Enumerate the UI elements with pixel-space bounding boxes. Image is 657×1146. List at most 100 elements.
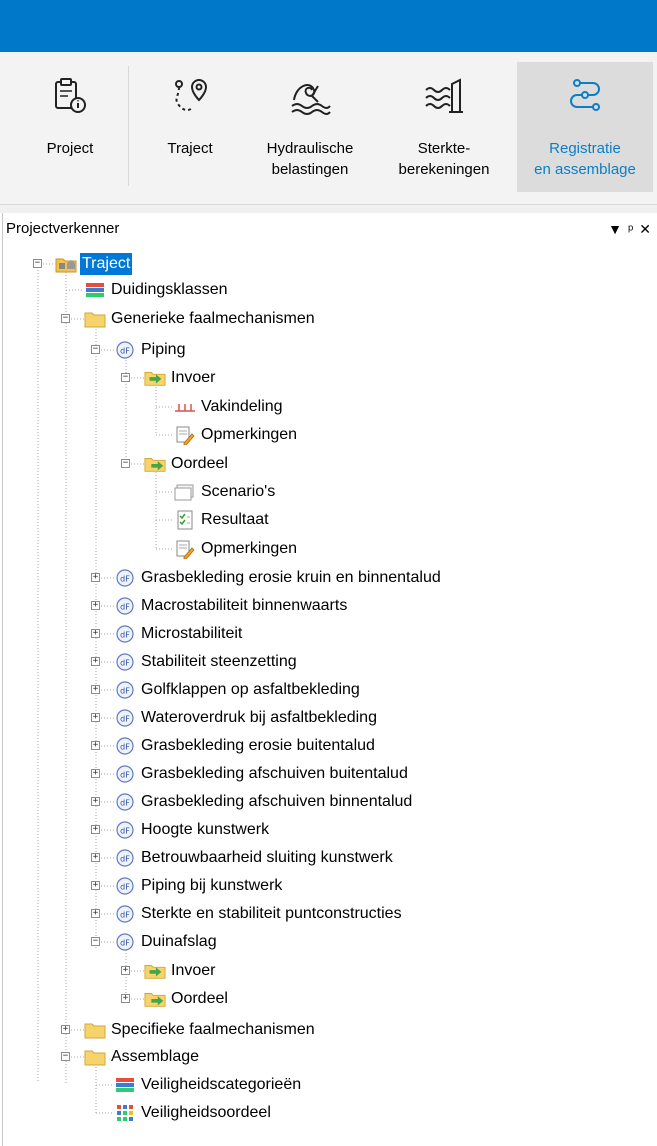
tree-node-duinafslag-invoer[interactable]: Invoer xyxy=(144,958,217,984)
tree-node-veiligheidsoordeel[interactable]: Veiligheidsoordeel xyxy=(114,1100,273,1126)
expand-toggle[interactable]: + xyxy=(121,966,130,975)
tree-node-mechanism[interactable]: dF Hoogte kunstwerk xyxy=(114,817,271,843)
hydraulische-belastingen-button[interactable]: Hydraulische belastingen xyxy=(250,62,370,192)
hydraulic-icon xyxy=(291,84,331,115)
result-checklist-icon xyxy=(174,510,196,530)
failure-mechanism-icon: dF xyxy=(114,624,136,644)
failure-mechanism-icon: dF xyxy=(114,680,136,700)
project-explorer-header: Projectverkenner ▼ᵖ✕ xyxy=(6,216,657,242)
expand-toggle[interactable]: + xyxy=(91,573,100,582)
registratie-label: Registratie en assemblage xyxy=(534,140,636,178)
traject-icon xyxy=(175,78,208,112)
tree-node-traject[interactable]: Traject xyxy=(55,251,133,277)
tree-node-assemblage[interactable]: Assemblage xyxy=(84,1044,201,1070)
tree-node-generieke-faalmechanismen[interactable]: Generieke faalmechanismen xyxy=(84,306,317,332)
panel-dropdown-icon[interactable]: ▼ xyxy=(608,221,628,237)
failure-mechanism-icon: dF xyxy=(114,932,136,952)
tree-node-mechanism[interactable]: dF Wateroverdruk bij asfaltbekleding xyxy=(114,705,379,731)
tree-node-piping-invoer[interactable]: Invoer xyxy=(144,365,217,391)
svg-text:dF: dF xyxy=(120,855,130,864)
category-bars-icon xyxy=(114,1075,136,1095)
svg-text:dF: dF xyxy=(120,715,130,724)
expand-toggle[interactable]: + xyxy=(91,629,100,638)
expand-toggle[interactable]: + xyxy=(91,741,100,750)
tree-node-mechanism[interactable]: dF Macrostabiliteit binnenwaarts xyxy=(114,593,349,619)
tree-node-scenarios[interactable]: Scenario's xyxy=(174,479,277,505)
tree-node-opmerkingen[interactable]: Opmerkingen xyxy=(174,536,299,562)
expand-toggle[interactable]: + xyxy=(91,909,100,918)
tree-node-mechanism[interactable]: dF Microstabiliteit xyxy=(114,621,244,647)
expand-toggle[interactable]: + xyxy=(91,769,100,778)
collapse-toggle[interactable]: − xyxy=(61,314,70,323)
tree-node-mechanism[interactable]: dF Stabiliteit steenzetting xyxy=(114,649,299,675)
tree-node-duinafslag[interactable]: dF Duinafslag xyxy=(114,929,219,955)
tree-node-duidingsklassen[interactable]: Duidingsklassen xyxy=(84,277,230,303)
expand-toggle[interactable]: + xyxy=(91,713,100,722)
failure-mechanism-icon: dF xyxy=(114,596,136,616)
expand-toggle[interactable]: + xyxy=(91,825,100,834)
tree-node-duinafslag-oordeel[interactable]: Oordeel xyxy=(144,986,230,1012)
tree-node-mechanism[interactable]: dF Sterkte en stabiliteit puntconstructi… xyxy=(114,901,404,927)
expand-toggle[interactable]: + xyxy=(91,797,100,806)
expand-toggle[interactable]: + xyxy=(61,1025,70,1034)
svg-text:dF: dF xyxy=(120,347,130,356)
expand-toggle[interactable]: + xyxy=(91,881,100,890)
tree-node-mechanism[interactable]: dF Betrouwbaarheid sluiting kunstwerk xyxy=(114,845,395,871)
svg-text:dF: dF xyxy=(120,659,130,668)
tree-node-vakindeling[interactable]: Vakindeling xyxy=(174,394,285,420)
collapse-toggle[interactable]: − xyxy=(91,937,100,946)
failure-mechanism-icon: dF xyxy=(114,820,136,840)
svg-text:dF: dF xyxy=(120,939,130,948)
traject-folder-icon xyxy=(55,254,77,274)
close-icon[interactable]: ✕ xyxy=(639,221,657,237)
failure-mechanism-icon: dF xyxy=(114,764,136,784)
expand-toggle[interactable]: + xyxy=(91,601,100,610)
svg-text:dF: dF xyxy=(120,827,130,836)
tree-node-opmerkingen[interactable]: Opmerkingen xyxy=(174,422,299,448)
folder-icon xyxy=(84,309,106,329)
tree-node-piping-oordeel[interactable]: Oordeel xyxy=(144,451,230,477)
collapse-toggle[interactable]: − xyxy=(121,373,130,382)
tree-node-resultaat[interactable]: Resultaat xyxy=(174,507,271,533)
pin-icon[interactable]: ᵖ xyxy=(628,221,639,237)
tree-node-mechanism[interactable]: dF Grasbekleding afschuiven buitentalud xyxy=(114,761,410,787)
failure-mechanism-icon: dF xyxy=(114,848,136,868)
svg-text:dF: dF xyxy=(120,743,130,752)
expand-toggle[interactable]: + xyxy=(91,853,100,862)
expand-toggle[interactable]: + xyxy=(121,994,130,1003)
tree-node-mechanism[interactable]: dF Piping bij kunstwerk xyxy=(114,873,284,899)
failure-mechanism-icon: dF xyxy=(114,876,136,896)
tree-node-specifieke-faalmechanismen[interactable]: Specifieke faalmechanismen xyxy=(84,1017,317,1043)
comment-edit-icon xyxy=(174,425,196,445)
section-division-icon xyxy=(174,397,196,417)
ribbon-separator xyxy=(128,66,129,186)
project-label: Project xyxy=(46,140,94,157)
folder-icon xyxy=(84,1047,106,1067)
output-folder-icon xyxy=(144,454,166,474)
expand-toggle[interactable]: + xyxy=(91,657,100,666)
tree-node-veiligheidscategorieen[interactable]: Veiligheidscategorieën xyxy=(114,1072,303,1098)
svg-text:dF: dF xyxy=(120,603,130,612)
svg-text:dF: dF xyxy=(120,631,130,640)
registratie-en-assemblage-button[interactable]: Registratie en assemblage xyxy=(517,62,653,192)
folder-icon xyxy=(84,1020,106,1040)
collapse-toggle[interactable]: − xyxy=(33,259,42,268)
tree-node-mechanism[interactable]: dF Golfklappen op asfaltbekleding xyxy=(114,677,362,703)
strength-icon xyxy=(425,78,463,113)
comment-edit-icon xyxy=(174,539,196,559)
sterkte-berekeningen-button[interactable]: Sterkte- berekeningen xyxy=(380,62,508,192)
failure-mechanism-icon: dF xyxy=(114,568,136,588)
svg-text:dF: dF xyxy=(120,799,130,808)
tree-node-mechanism[interactable]: dF Grasbekleding erosie kruin en binnent… xyxy=(114,565,443,591)
tree-node-mechanism[interactable]: dF Grasbekleding erosie buitentalud xyxy=(114,733,377,759)
tree-node-mechanism[interactable]: dF Grasbekleding afschuiven binnentalud xyxy=(114,789,414,815)
tree-node-piping[interactable]: dF Piping xyxy=(114,337,187,363)
expand-toggle[interactable]: + xyxy=(91,685,100,694)
collapse-toggle[interactable]: − xyxy=(61,1052,70,1061)
traject-button[interactable]: Traject xyxy=(140,62,240,192)
project-button[interactable]: Project xyxy=(22,62,118,192)
collapse-toggle[interactable]: − xyxy=(91,345,100,354)
project-icon xyxy=(55,78,86,113)
panel-title: Projectverkenner xyxy=(6,220,120,237)
collapse-toggle[interactable]: − xyxy=(121,459,130,468)
